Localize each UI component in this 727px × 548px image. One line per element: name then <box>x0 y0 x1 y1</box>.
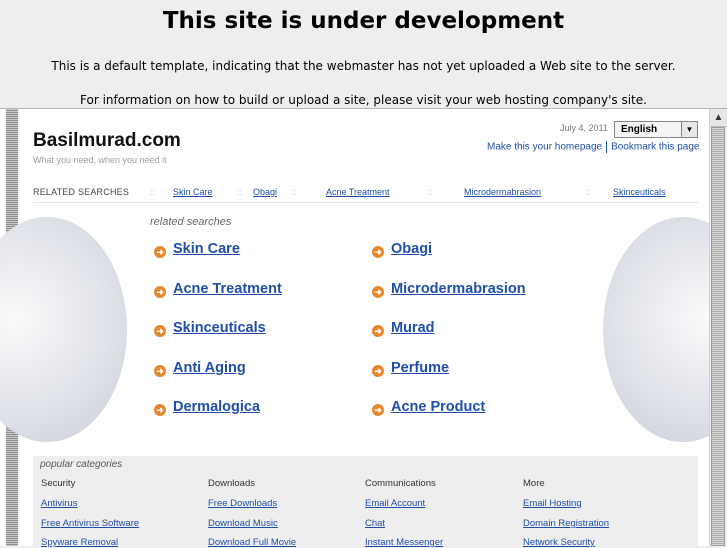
top-links: Make this your homepage Bookmark this pag… <box>487 141 699 153</box>
make-homepage-link[interactable]: Make this your homepage <box>487 142 602 153</box>
bar-separator: :: <box>150 187 156 197</box>
arrow-circle-icon: ➜ <box>372 286 384 298</box>
category-heading-more: More <box>523 478 545 489</box>
category-link[interactable]: Chat <box>365 518 385 529</box>
category-link[interactable]: Download Music <box>208 518 278 529</box>
category-link[interactable]: Email Account <box>365 498 425 509</box>
bar-separator: :: <box>585 187 591 197</box>
related-link-acne-treatment[interactable]: Acne Treatment <box>173 281 282 297</box>
bar-separator: :: <box>291 187 297 197</box>
bar-link-skin-care[interactable]: Skin Care <box>173 187 213 197</box>
site-name[interactable]: Basilmurad.com <box>33 130 181 152</box>
bar-link-microdermabrasion[interactable]: Microdermabrasion <box>464 187 541 197</box>
related-bar-label: RELATED SEARCHES <box>33 187 130 197</box>
link-divider <box>606 141 608 153</box>
bar-link-acne-treatment[interactable]: Acne Treatment <box>326 187 390 197</box>
arrow-circle-icon: ➜ <box>154 246 166 258</box>
intro-line-1: This is a default template, indicating t… <box>51 59 676 73</box>
scrollbar-thumb[interactable] <box>711 127 725 546</box>
category-link[interactable]: Free Antivirus Software <box>41 518 139 529</box>
bar-link-skinceuticals[interactable]: Skinceuticals <box>613 187 666 197</box>
vertical-scrollbar[interactable]: ▲ <box>709 109 727 546</box>
category-heading-security: Security <box>41 478 76 489</box>
related-link-acne-product[interactable]: Acne Product <box>391 399 485 415</box>
category-heading-communications: Communications <box>365 478 436 489</box>
arrow-circle-icon: ➜ <box>154 404 166 416</box>
related-link-skin-care[interactable]: Skin Care <box>173 241 240 257</box>
related-link-microdermabrasion[interactable]: Microdermabrasion <box>391 281 526 297</box>
category-link[interactable]: Download Full Movie <box>208 537 296 548</box>
category-link[interactable]: Instant Messenger <box>365 537 443 548</box>
site-tagline: What you need, when you need it <box>33 155 167 165</box>
category-link[interactable]: Free Downloads <box>208 498 277 509</box>
arrow-circle-icon: ➜ <box>372 246 384 258</box>
category-heading-downloads: Downloads <box>208 478 255 489</box>
bar-link-obagi[interactable]: Obagi <box>253 187 277 197</box>
popular-categories-title: popular categories <box>40 459 123 470</box>
language-value: English <box>621 124 658 135</box>
date-label: July 4, 2011 <box>560 123 608 133</box>
bar-separator: :: <box>237 187 243 197</box>
category-link[interactable]: Spyware Removal <box>41 537 118 548</box>
related-link-perfume[interactable]: Perfume <box>391 360 449 376</box>
related-link-obagi[interactable]: Obagi <box>391 241 432 257</box>
bar-separator: :: <box>427 187 433 197</box>
related-link-anti-aging[interactable]: Anti Aging <box>173 360 246 376</box>
arrow-circle-icon: ➜ <box>372 325 384 337</box>
related-searches-bar: RELATED SEARCHES :: Skin Care :: Obagi :… <box>33 185 698 203</box>
category-link[interactable]: Network Security <box>523 537 595 548</box>
arrow-circle-icon: ➜ <box>372 404 384 416</box>
arrow-circle-icon: ➜ <box>154 286 166 298</box>
bookmark-link[interactable]: Bookmark this page <box>611 142 699 153</box>
popular-categories: popular categories Security Antivirus Fr… <box>33 456 698 548</box>
category-link[interactable]: Email Hosting <box>523 498 582 509</box>
arrow-circle-icon: ➜ <box>372 365 384 377</box>
left-orb-decoration <box>0 217 127 442</box>
language-select[interactable]: English ▼ <box>614 121 698 138</box>
related-link-dermalogica[interactable]: Dermalogica <box>173 399 260 415</box>
category-link[interactable]: Domain Registration <box>523 518 609 529</box>
chevron-down-icon[interactable]: ▼ <box>681 122 697 137</box>
category-link[interactable]: Antivirus <box>41 498 77 509</box>
parked-page-frame: Basilmurad.com What you need, when you n… <box>0 108 727 548</box>
related-searches-title: related searches <box>150 216 232 228</box>
related-link-murad[interactable]: Murad <box>391 320 435 336</box>
intro-line-2: For information on how to build or uploa… <box>80 93 647 107</box>
arrow-circle-icon: ➜ <box>154 325 166 337</box>
related-link-skinceuticals[interactable]: Skinceuticals <box>173 320 266 336</box>
page-title: This site is under development <box>162 8 565 34</box>
arrow-up-icon[interactable]: ▲ <box>710 109 727 127</box>
arrow-circle-icon: ➜ <box>154 365 166 377</box>
